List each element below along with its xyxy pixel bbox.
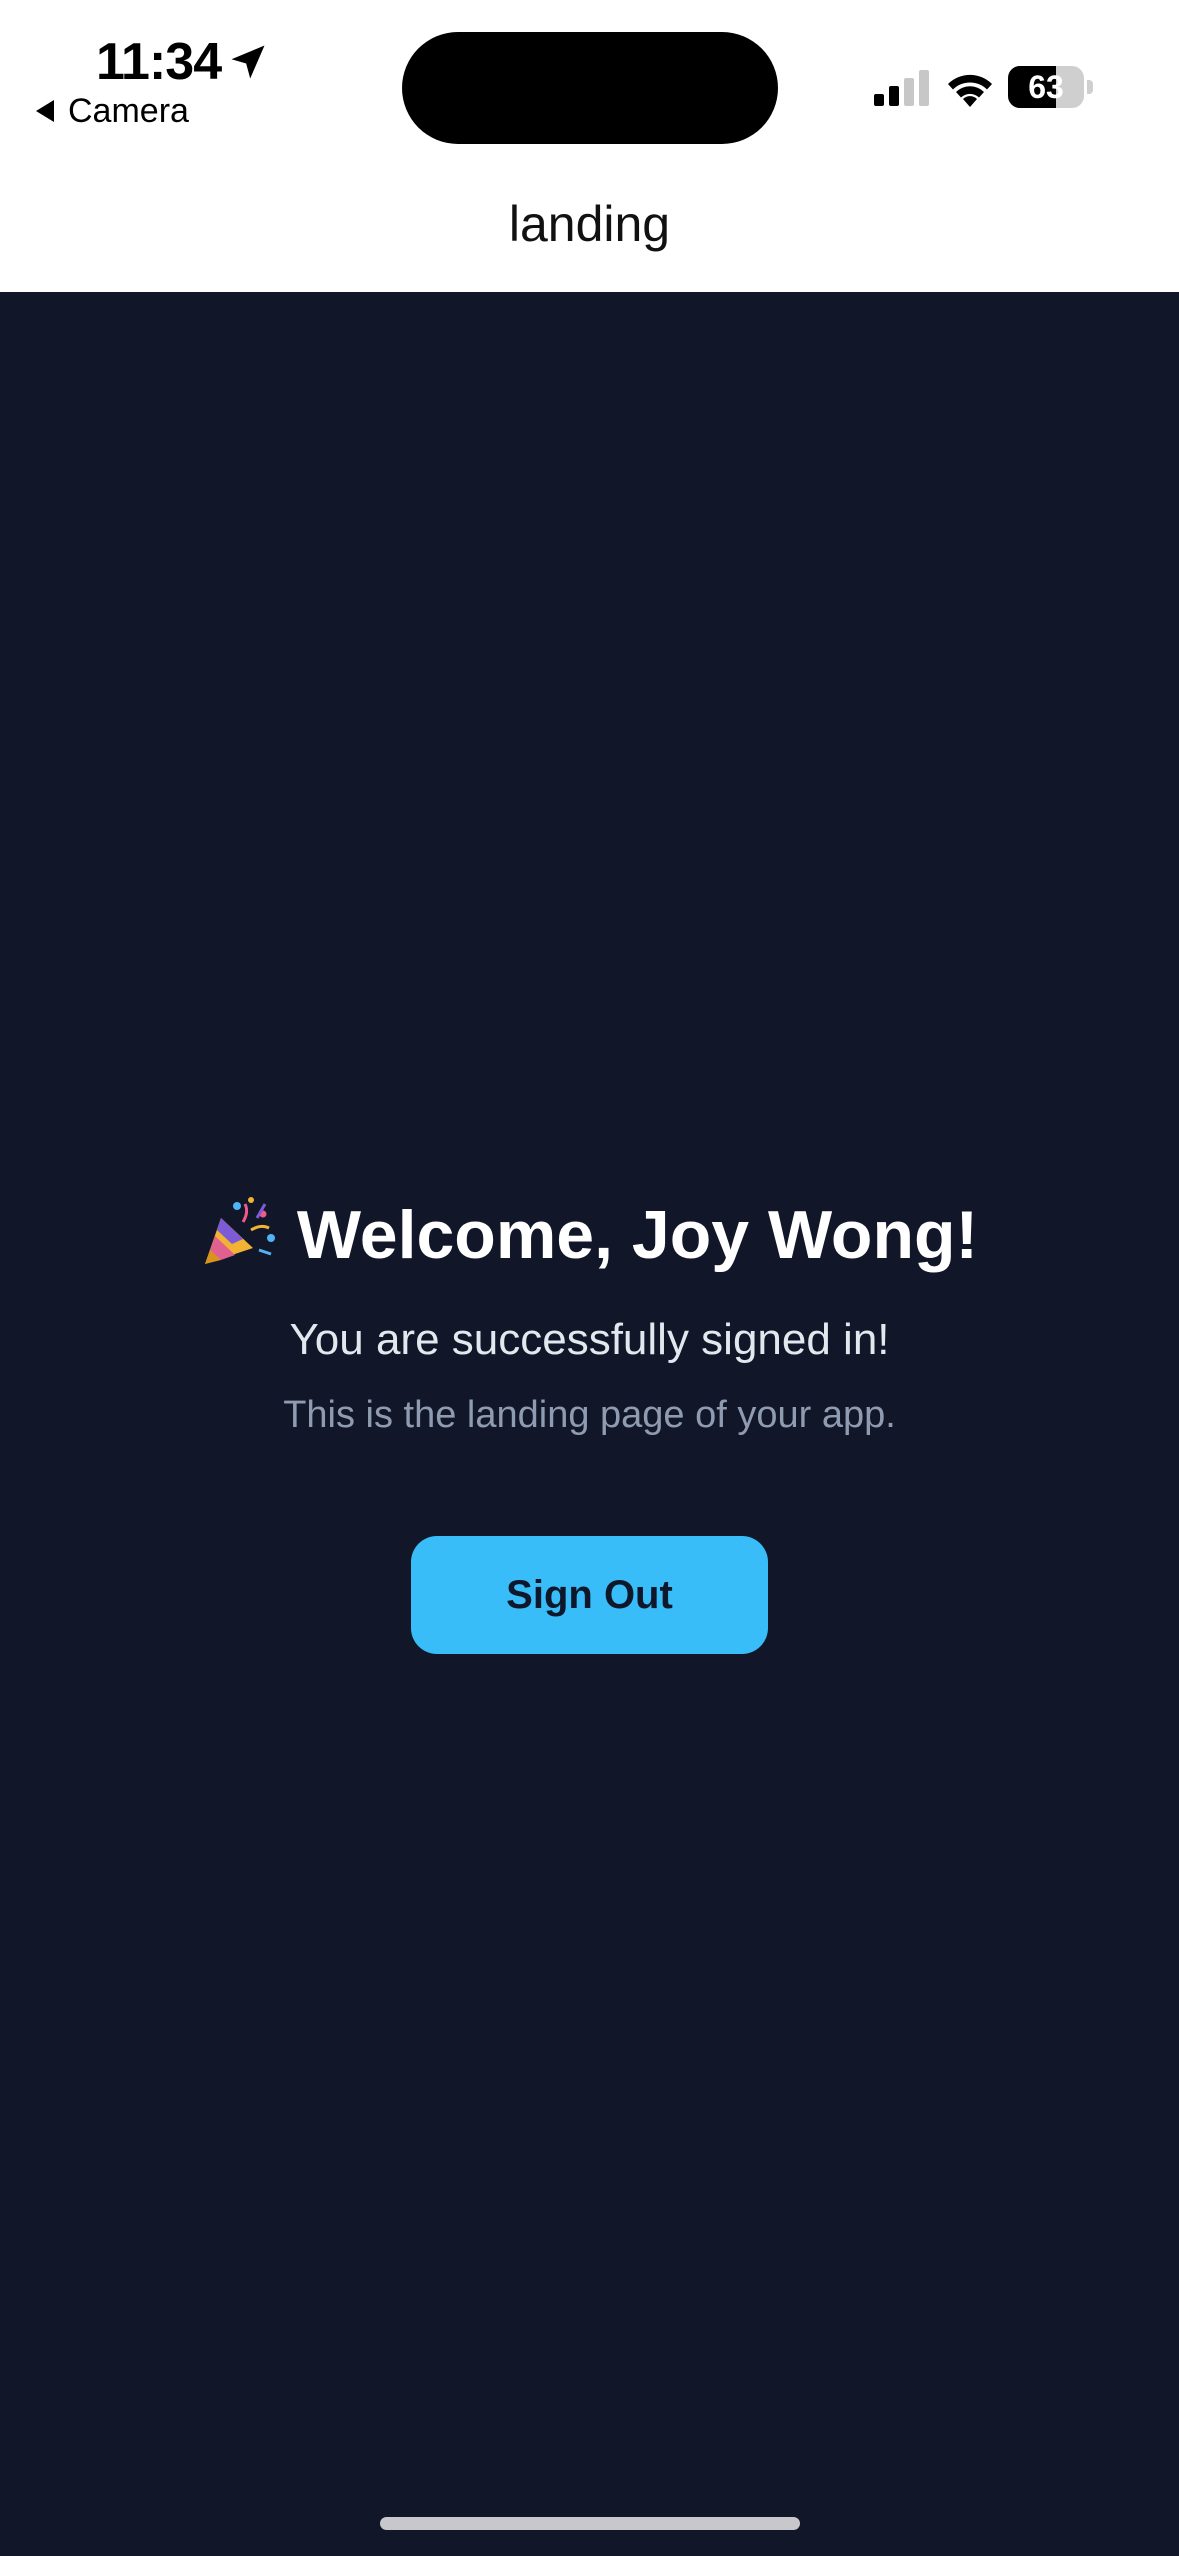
battery-icon: 63	[1008, 66, 1094, 108]
back-app-label: Camera	[68, 92, 189, 130]
home-indicator[interactable]	[380, 2517, 800, 2530]
battery-cap	[1087, 80, 1093, 94]
header-area: 11:34 Camera 63 landing	[0, 0, 1179, 292]
landing-description: This is the landing page of your app.	[283, 1394, 896, 1436]
dynamic-island	[402, 32, 778, 144]
location-arrow-icon	[231, 45, 265, 79]
wifi-icon	[948, 74, 992, 107]
party-popper-icon	[204, 1197, 275, 1264]
welcome-text: Welcome, Joy Wong!	[296, 1197, 979, 1273]
back-to-app-link[interactable]: Camera	[36, 90, 189, 132]
welcome-heading: Welcome, Joy Wong!	[0, 1190, 1179, 1280]
back-triangle-icon	[36, 100, 54, 122]
signed-in-message: You are successfully signed in!	[289, 1315, 890, 1364]
app-screen: 11:34 Camera 63 landing Welcome, Joy Won…	[0, 0, 1179, 2556]
battery-level-text: 63	[1028, 69, 1064, 105]
sign-out-button[interactable]: Sign Out	[411, 1536, 768, 1654]
status-time: 11:34	[96, 33, 222, 91]
page-title: landing	[508, 196, 671, 252]
cellular-signal-icon	[874, 70, 929, 106]
